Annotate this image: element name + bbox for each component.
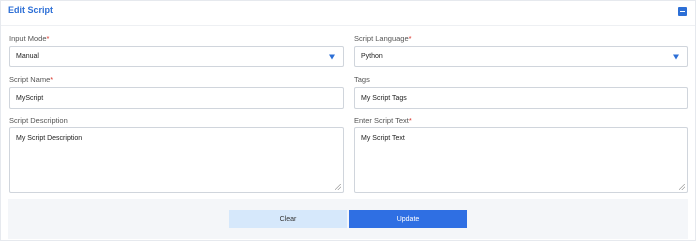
script-name-input[interactable]: MyScript xyxy=(9,87,344,109)
collapse-icon[interactable] xyxy=(678,7,687,16)
edit-script-panel: Edit Script Input Mode* Manual Script La… xyxy=(0,0,696,241)
resize-handle-icon[interactable] xyxy=(679,184,685,190)
script-language-select[interactable]: Python xyxy=(354,46,688,67)
dropdown-arrow-icon xyxy=(329,54,335,59)
required-marker: * xyxy=(46,34,50,43)
resize-handle-icon[interactable] xyxy=(335,184,341,190)
panel-header: Edit Script xyxy=(1,1,695,26)
input-mode-select[interactable]: Manual xyxy=(9,46,344,67)
tags-label: Tags xyxy=(354,75,370,84)
required-marker: * xyxy=(408,34,412,43)
script-description-value: My Script Description xyxy=(16,135,83,142)
update-button[interactable]: Update xyxy=(349,210,467,228)
script-text-label-text: Enter Script Text xyxy=(354,116,409,125)
dropdown-arrow-icon xyxy=(673,54,679,59)
tags-value: My Script Tags xyxy=(361,94,407,102)
script-language-label-text: Script Language xyxy=(354,34,409,43)
input-mode-label: Input Mode* xyxy=(9,34,49,43)
input-mode-label-text: Input Mode xyxy=(9,34,47,43)
script-name-label: Script Name* xyxy=(9,75,53,84)
tags-input[interactable]: My Script Tags xyxy=(354,87,688,109)
form-actions-bar: Clear Update xyxy=(8,199,688,239)
script-text-textarea[interactable]: My Script Text xyxy=(354,127,688,193)
panel-title: Edit Script xyxy=(8,5,54,15)
script-text-value: My Script Text xyxy=(361,135,405,142)
script-name-value: MyScript xyxy=(16,94,44,102)
script-language-label: Script Language* xyxy=(354,34,412,43)
required-marker: * xyxy=(50,75,54,84)
script-description-textarea[interactable]: My Script Description xyxy=(9,127,344,193)
clear-button[interactable]: Clear xyxy=(229,210,347,228)
script-description-label: Script Description xyxy=(9,116,68,125)
input-mode-value: Manual xyxy=(16,53,39,60)
script-text-label: Enter Script Text* xyxy=(354,116,412,125)
script-language-value: Python xyxy=(361,53,383,60)
script-name-label-text: Script Name xyxy=(9,75,51,84)
required-marker: * xyxy=(408,116,412,125)
